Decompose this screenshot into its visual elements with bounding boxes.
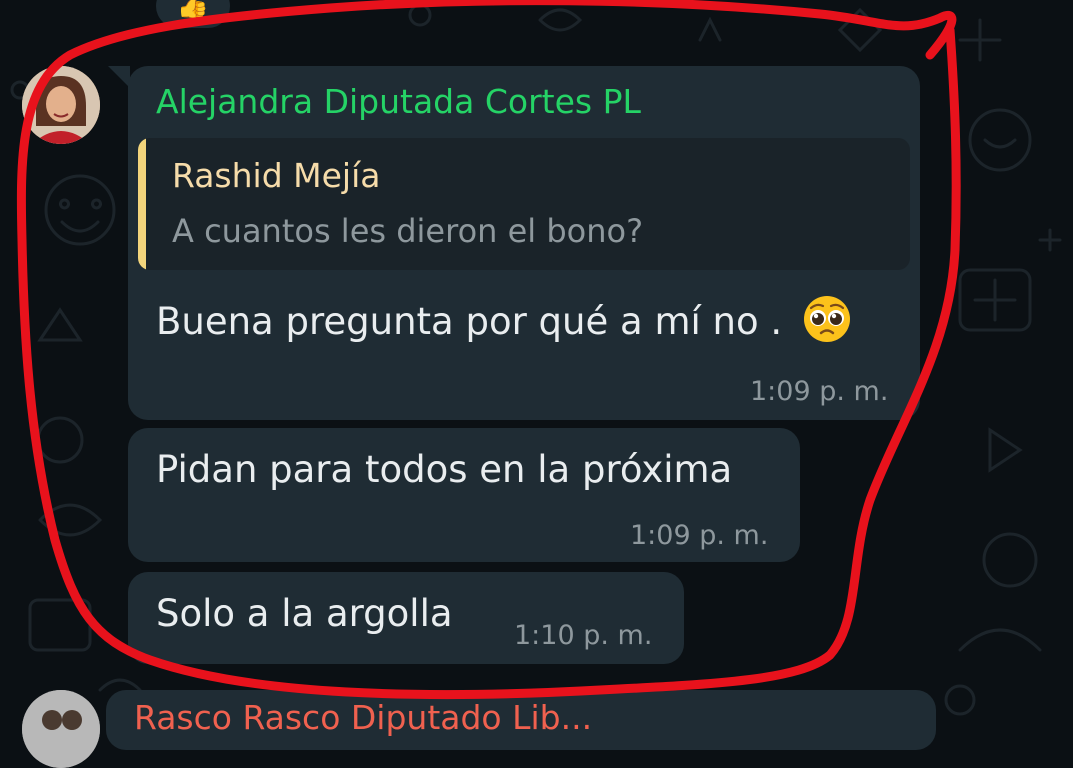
- message-bubble-next[interactable]: Rasco Rasco Diputado Lib...: [106, 690, 936, 750]
- thumbs-up-icon: 👍: [176, 0, 210, 21]
- sender-name[interactable]: Alejandra Diputada Cortes PL: [156, 82, 641, 121]
- thumbs-up-reaction[interactable]: 👍: [156, 0, 230, 28]
- message-time: 1:09 p. m.: [630, 520, 769, 551]
- pleading-face-icon: [802, 294, 852, 353]
- message-time: 1:09 p. m.: [750, 376, 889, 407]
- message-bubble-1[interactable]: Alejandra Diputada Cortes PL Rashid Mejí…: [108, 66, 920, 420]
- next-sender-avatar[interactable]: [22, 690, 100, 768]
- message-text: Pidan para todos en la próxima: [156, 448, 733, 491]
- sender-avatar[interactable]: [22, 66, 100, 144]
- quoted-author: Rashid Mejía: [172, 156, 381, 195]
- message-text: Buena pregunta por qué a mí no .: [156, 294, 852, 353]
- avatar-photo: [22, 66, 100, 144]
- quoted-text: A cuantos les dieron el bono?: [172, 212, 644, 250]
- message-time: 1:10 p. m.: [514, 620, 653, 651]
- bubble-tail: [108, 66, 130, 88]
- message-text-body: Buena pregunta por qué a mí no .: [156, 300, 783, 343]
- quoted-message[interactable]: Rashid Mejía A cuantos les dieron el bon…: [138, 138, 910, 270]
- message-bubble-3[interactable]: Solo a la argolla 1:10 p. m.: [128, 572, 684, 664]
- quote-accent-bar: [138, 138, 146, 270]
- avatar-photo: [22, 690, 100, 768]
- message-text: Solo a la argolla: [156, 592, 453, 635]
- message-bubble-2[interactable]: Pidan para todos en la próxima 1:09 p. m…: [128, 428, 800, 562]
